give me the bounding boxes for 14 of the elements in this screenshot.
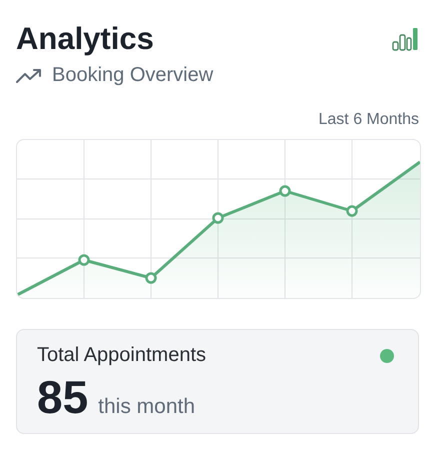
status-dot (380, 348, 394, 362)
data-point (346, 205, 358, 217)
stat-label: Total Appointments (37, 344, 206, 367)
stat-unit: this month (98, 395, 196, 419)
range-label: Last 6 Months (318, 111, 419, 129)
data-point (78, 254, 90, 266)
bar-chart-icon (392, 27, 418, 51)
page-title: Analytics (16, 20, 154, 58)
data-point (279, 185, 291, 197)
stat-value: 85 (37, 371, 88, 423)
data-point (145, 272, 157, 284)
data-point (212, 212, 224, 224)
subtitle: Booking Overview (52, 64, 214, 87)
trend-up-icon (16, 68, 42, 84)
